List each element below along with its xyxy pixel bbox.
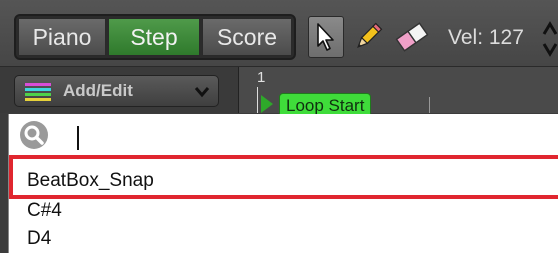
timeline-ruler[interactable]: 1 Loop Start <box>238 67 558 119</box>
chevron-down-icon <box>194 87 210 98</box>
toolbar: Piano Step Score Vel: 127 <box>0 0 558 67</box>
add-edit-label: Add/Edit <box>63 81 133 100</box>
pencil-icon <box>357 22 383 48</box>
search-icon <box>20 121 48 149</box>
view-mode-switch: Piano Step Score <box>14 14 296 60</box>
playhead-marker-icon <box>261 95 273 113</box>
add-edit-dropdown[interactable]: Add/Edit <box>14 75 219 107</box>
velocity-readout: Vel: 127 <box>448 26 524 49</box>
velocity-spinner-icon[interactable] <box>542 20 558 58</box>
bar-number: 1 <box>257 69 266 86</box>
track-header-row: Add/Edit 1 Loop Start <box>0 67 558 119</box>
score-mode-button[interactable]: Score <box>202 18 292 56</box>
select-tool-button[interactable] <box>308 16 344 58</box>
bar-line <box>257 87 258 113</box>
step-mode-button[interactable]: Step <box>108 18 200 56</box>
cursor-icon <box>317 23 334 51</box>
list-item-d4[interactable]: D4 <box>27 228 51 250</box>
pencil-tool-button[interactable] <box>350 16 386 58</box>
eraser-tool-button[interactable] <box>394 16 430 58</box>
list-item-c-sharp-4[interactable]: C#4 <box>27 200 62 222</box>
color-bars-icon <box>25 83 51 101</box>
beat-tick <box>429 97 430 113</box>
text-caret <box>77 126 79 150</box>
search-row[interactable] <box>9 114 558 158</box>
piano-mode-button[interactable]: Piano <box>18 18 106 56</box>
eraser-icon <box>395 22 429 52</box>
selection-highlight <box>9 155 558 199</box>
